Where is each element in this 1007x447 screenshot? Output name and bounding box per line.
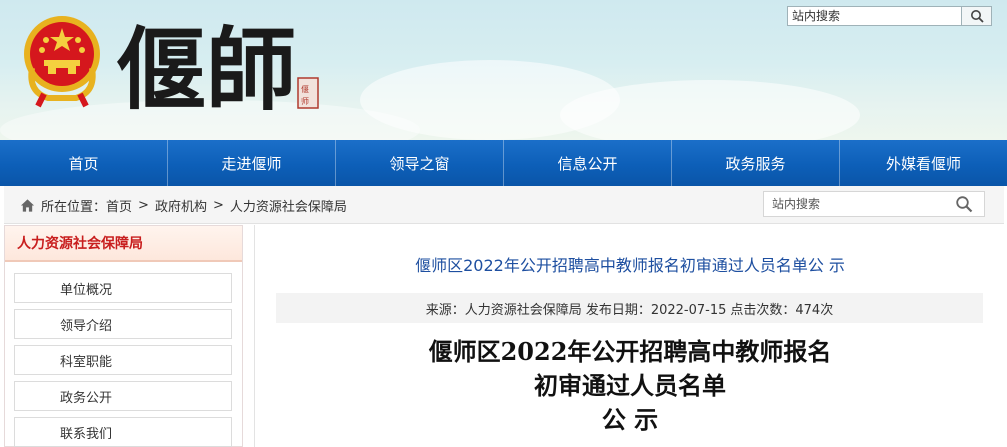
article-link-title[interactable]: 偃师区2022年公开招聘高中教师报名初审通过人员名单公 示 bbox=[255, 252, 1005, 276]
breadcrumb-hrss-link[interactable]: 人力资源社会保障局 bbox=[230, 196, 347, 215]
header-banner: 偃師 偃 师 bbox=[0, 0, 1007, 140]
svg-text:偃師: 偃師 bbox=[116, 17, 296, 123]
sidebar: 人力资源社会保障局 单位概况 领导介绍 科室职能 政务公开 联系我们 bbox=[4, 225, 243, 447]
top-search-button[interactable] bbox=[961, 7, 991, 25]
sidebar-item-contact-us[interactable]: 联系我们 bbox=[14, 417, 232, 447]
breadcrumb-separator: > bbox=[212, 198, 224, 213]
nav-item-gov-services[interactable]: 政务服务 bbox=[672, 140, 840, 186]
sub-search-button[interactable] bbox=[944, 192, 984, 216]
sidebar-item-department-functions[interactable]: 科室职能 bbox=[14, 345, 232, 375]
article-heading-line: 公 示 bbox=[601, 405, 659, 434]
home-icon bbox=[20, 199, 35, 212]
breadcrumb-bar: 所在位置： 首页 > 政府机构 > 人力资源社会保障局 bbox=[4, 186, 1004, 224]
article-heading-line: 偃师区2022年公开招聘高中教师报名 bbox=[428, 337, 832, 366]
svg-text:师: 师 bbox=[301, 96, 309, 106]
article-source: 来源：人力资源社会保障局 bbox=[425, 302, 582, 318]
article-panel: 偃师区2022年公开招聘高中教师报名初审通过人员名单公 示 来源：人力资源社会保… bbox=[254, 225, 1004, 447]
svg-text:偃: 偃 bbox=[301, 84, 309, 94]
breadcrumb-home-link[interactable]: 首页 bbox=[106, 196, 132, 215]
sub-search-input[interactable] bbox=[764, 192, 944, 216]
breadcrumb-gov-agencies-link[interactable]: 政府机构 bbox=[155, 196, 207, 215]
article-heading: 偃师区2022年公开招聘高中教师报名 初审通过人员名单 公 示 bbox=[255, 335, 1005, 437]
article-date: 发布日期：2022-07-15 bbox=[585, 302, 727, 318]
article-meta: 来源：人力资源社会保障局 发布日期：2022-07-15 点击次数：474次 bbox=[276, 293, 983, 323]
nav-item-home[interactable]: 首页 bbox=[0, 140, 168, 186]
sidebar-item-leadership[interactable]: 领导介绍 bbox=[14, 309, 232, 339]
nav-item-foreign-media[interactable]: 外媒看偃师 bbox=[840, 140, 1007, 186]
national-emblem-icon bbox=[24, 16, 100, 108]
breadcrumb-prefix: 所在位置： bbox=[41, 200, 107, 215]
breadcrumb: 所在位置： 首页 > 政府机构 > 人力资源社会保障局 bbox=[20, 196, 347, 215]
search-icon bbox=[956, 196, 973, 213]
main-nav: 首页 走进偃师 领导之窗 信息公开 政务服务 外媒看偃师 bbox=[0, 140, 1007, 186]
top-search-input[interactable] bbox=[788, 7, 961, 25]
sidebar-title: 人力资源社会保障局 bbox=[5, 226, 242, 262]
sidebar-menu: 单位概况 领导介绍 科室职能 政务公开 联系我们 bbox=[5, 262, 242, 447]
breadcrumb-separator: > bbox=[138, 198, 149, 213]
sidebar-item-unit-overview[interactable]: 单位概况 bbox=[14, 273, 232, 303]
nav-item-about-yanshi[interactable]: 走进偃师 bbox=[168, 140, 336, 186]
top-search-box bbox=[787, 6, 992, 26]
sidebar-item-gov-affairs[interactable]: 政务公开 bbox=[14, 381, 232, 411]
search-icon bbox=[970, 10, 984, 23]
nav-item-leaders[interactable]: 领导之窗 bbox=[336, 140, 504, 186]
article-click-count: 点击次数：474次 bbox=[730, 302, 834, 318]
site-calligraphy-logo: 偃師 偃 师 bbox=[116, 17, 319, 123]
nav-item-info-disclosure[interactable]: 信息公开 bbox=[504, 140, 672, 186]
article-heading-line: 初审通过人员名单 bbox=[534, 371, 726, 400]
sub-search-box bbox=[763, 191, 985, 217]
